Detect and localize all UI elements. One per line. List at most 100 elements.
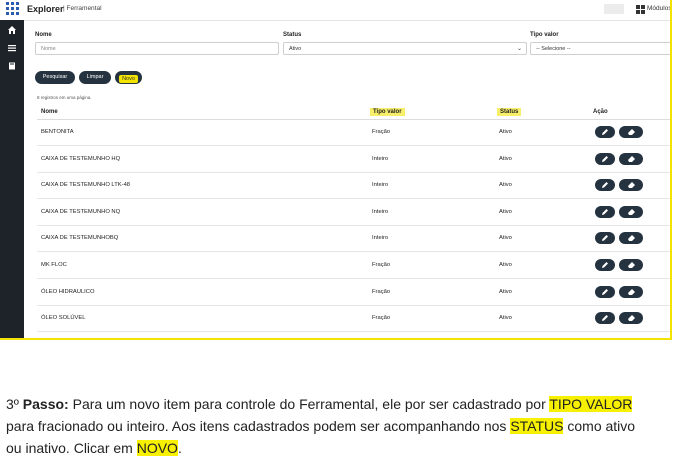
pencil-icon	[602, 288, 608, 295]
cell-status: Ativo	[499, 182, 512, 189]
edit-button[interactable]	[595, 312, 615, 325]
status-value: Ativo	[289, 46, 302, 52]
table-row: CAIXA DE TESTEMUNHOBQ Inteiro Ativo	[37, 226, 670, 253]
novo-label: Novo	[119, 75, 138, 83]
eraser-icon	[627, 262, 635, 268]
cell-nome: CAIXA DE TESTEMUNHO LTK-48	[41, 182, 131, 189]
cell-nome: ÓLEO SOLÚVEL	[41, 315, 86, 322]
status-label: Status	[283, 32, 302, 38]
table-row: BENTONITA Fração Ativo	[37, 120, 670, 146]
limpar-button[interactable]: Limpar	[79, 71, 111, 84]
cell-nome: MK FLOC	[41, 262, 67, 268]
pencil-icon	[602, 155, 608, 162]
pencil-icon	[602, 262, 608, 268]
eraser-icon	[627, 155, 635, 162]
pesquisar-button[interactable]: Pesquisar	[35, 71, 75, 84]
cell-tipo: Inteiro	[372, 182, 389, 189]
delete-button[interactable]	[619, 152, 643, 165]
cell-nome: CAIXA DE TESTEMUNHOBQ	[41, 235, 119, 242]
edit-button[interactable]	[595, 179, 615, 192]
cell-status: Ativo	[499, 315, 512, 322]
delete-button[interactable]	[619, 312, 643, 325]
cell-nome: ÓLEO HIDRAULICO	[41, 288, 95, 295]
cell-status: Ativo	[499, 129, 512, 135]
step-number: 3º	[6, 396, 23, 412]
app-logo-icon	[6, 2, 19, 15]
delete-button[interactable]	[619, 126, 643, 138]
cell-tipo: Fração	[372, 262, 391, 268]
grid-icon[interactable]	[636, 5, 645, 14]
table-row: CAIXA DE TESTEMUNHO LTK-48 Inteiro Ativo	[37, 173, 670, 200]
modules-link[interactable]: Módulos	[647, 5, 670, 12]
header-status: Status	[497, 108, 522, 116]
header-nome: Nome	[41, 109, 58, 115]
novo-button[interactable]: Novo	[115, 71, 142, 84]
edit-button[interactable]	[595, 205, 615, 218]
chevron-down-icon: ⌄	[516, 46, 522, 52]
menu-icon[interactable]	[8, 44, 16, 52]
edit-button[interactable]	[595, 126, 615, 138]
cell-status: Ativo	[499, 208, 512, 215]
tipo-value: -- Selecione --	[536, 46, 571, 52]
cell-status: Ativo	[499, 262, 512, 268]
record-count: 8 registros em uma página.	[37, 95, 92, 100]
edit-button[interactable]	[595, 259, 615, 271]
delete-button[interactable]	[619, 232, 643, 245]
step-label: Passo:	[22, 396, 69, 412]
highlight-tipo-valor: TIPO VALOR	[549, 396, 633, 412]
pencil-icon	[602, 235, 608, 242]
status-select[interactable]: Ativo ⌄	[283, 42, 527, 55]
tipo-label: Tipo valor	[530, 32, 559, 38]
cell-nome: CAIXA DE TESTEMUNHO NQ	[41, 208, 121, 215]
header-tipo: Tipo valor	[370, 108, 405, 116]
cell-tipo: Inteiro	[372, 235, 389, 242]
delete-button[interactable]	[619, 179, 643, 192]
header-status-label: Status	[497, 108, 522, 116]
pencil-icon	[602, 182, 608, 189]
instr-part-4: .	[177, 440, 182, 456]
highlight-novo: NOVO	[136, 440, 178, 456]
edit-button[interactable]	[595, 232, 615, 245]
eraser-icon	[627, 288, 635, 295]
delete-button[interactable]	[619, 259, 643, 271]
sidebar	[0, 20, 24, 338]
home-icon[interactable]	[8, 26, 16, 34]
table-row: ÓLEO SOLÚVEL Fração Ativo	[37, 306, 670, 333]
app-brand: Explorer	[27, 4, 64, 14]
cell-status: Ativo	[499, 155, 512, 162]
eraser-icon	[627, 315, 635, 322]
tipo-select[interactable]: -- Selecione --	[530, 42, 670, 55]
main-content: Nome Nome Status Ativo ⌄ Tipo valor -- Se…	[31, 20, 670, 338]
table-row: ÓLEO HIDRAULICO Fração Ativo	[37, 280, 670, 306]
highlight-status: STATUS	[510, 418, 564, 434]
eraser-icon	[627, 235, 635, 242]
eraser-icon	[627, 182, 635, 189]
cell-tipo: Fração	[372, 129, 391, 135]
nome-label: Nome	[35, 32, 52, 38]
table-row: MK FLOC Fração Ativo	[37, 253, 670, 279]
header-tipo-label: Tipo valor	[370, 108, 405, 116]
pencil-icon	[602, 208, 608, 215]
edit-button[interactable]	[595, 285, 615, 298]
eraser-icon	[627, 208, 635, 215]
nome-placeholder: Nome	[41, 46, 56, 52]
user-placeholder[interactable]	[604, 4, 624, 14]
top-bar: Explorer | Ferramental Módulos	[0, 0, 670, 21]
cell-tipo: Fração	[372, 315, 391, 322]
table-row: CAIXA DE TESTEMUNHO HQ Inteiro Ativo	[37, 147, 670, 173]
pencil-icon	[602, 315, 608, 322]
book-icon[interactable]	[8, 62, 16, 70]
cell-nome: BENTONITA	[41, 129, 74, 135]
instruction-text: 3º Passo: Para um novo item para control…	[6, 393, 646, 459]
cell-tipo: Inteiro	[372, 208, 389, 215]
eraser-icon	[627, 129, 635, 135]
delete-button[interactable]	[619, 285, 643, 298]
delete-button[interactable]	[619, 205, 643, 218]
nome-input[interactable]: Nome	[35, 42, 279, 55]
cell-tipo: Fração	[372, 288, 391, 295]
cell-status: Ativo	[499, 288, 512, 295]
cell-tipo: Inteiro	[372, 155, 389, 162]
edit-button[interactable]	[595, 152, 615, 165]
pencil-icon	[602, 129, 608, 135]
header-acao: Ação	[593, 109, 608, 115]
